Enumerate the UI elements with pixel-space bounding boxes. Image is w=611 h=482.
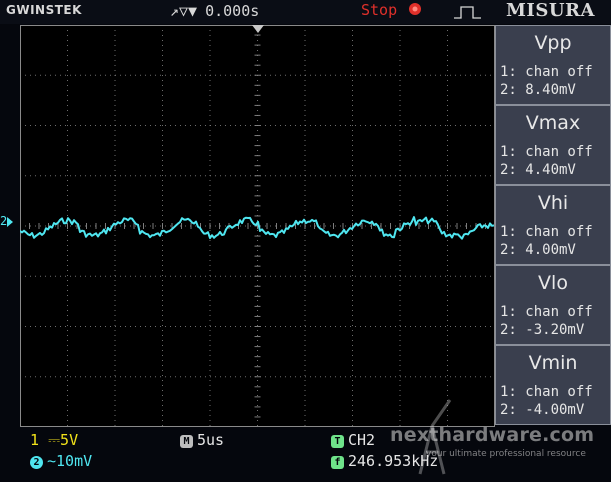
measure-ch2-value: 2: -3.20mV <box>500 322 585 338</box>
trigger-edge-icon: ↗▽▼ <box>170 2 198 20</box>
ch2-waveform-trace <box>20 216 495 240</box>
ch1-scale-value: ⎓5V <box>48 431 79 449</box>
measure-ch2-value: 2: 4.00mV <box>500 242 576 258</box>
measure-vmax[interactable]: Vmax 1: chan off 2: 4.40mV <box>495 105 611 185</box>
measure-ch1-value: 1: chan off <box>500 144 593 160</box>
frequency-readout: f 246.953kHz <box>331 452 438 470</box>
bottom-status-bar: 1 ⎓5V 2 ∼10mV M 5us T CH2 f 246.953kHz <box>0 428 611 482</box>
measure-vhi[interactable]: Vhi 1: chan off 2: 4.00mV <box>495 185 611 265</box>
timebase-value: 5us <box>197 431 225 449</box>
brand-logo: GWINSTEK <box>6 3 82 17</box>
ch1-scale[interactable]: 1 ⎓5V <box>30 431 78 449</box>
measure-ch2-value: 2: 4.40mV <box>500 162 576 178</box>
measure-ch2-value: 2: 8.40mV <box>500 82 576 98</box>
measure-ch1-value: 1: chan off <box>500 224 593 240</box>
trigger-position-marker[interactable] <box>252 25 264 33</box>
measurement-panel: Vpp 1: chan off 2: 8.40mV Vmax 1: chan o… <box>495 25 611 427</box>
timebase-badge: M <box>180 435 193 448</box>
measure-title: Vhi <box>537 192 569 214</box>
top-status-bar: GWINSTEK ↗▽▼ 0.000s Stop MISURA <box>0 0 611 24</box>
waveform-display[interactable] <box>20 25 495 427</box>
run-state-label: Stop <box>361 1 398 19</box>
ch2-badge: 2 <box>30 456 43 469</box>
frequency-badge: f <box>331 456 344 469</box>
measure-vpp[interactable]: Vpp 1: chan off 2: 8.40mV <box>495 25 611 105</box>
measure-ch1-value: 1: chan off <box>500 64 593 80</box>
trigger-channel-value: CH2 <box>348 431 376 449</box>
frequency-value: 246.953kHz <box>348 452 439 470</box>
timebase[interactable]: M 5us <box>180 431 224 449</box>
stop-icon <box>409 3 422 15</box>
measure-vmin[interactable]: Vmin 1: chan off 2: -4.00mV <box>495 345 611 425</box>
run-stop-indicator[interactable]: Stop <box>361 1 422 19</box>
ch2-scale-value: ∼10mV <box>47 452 93 470</box>
time-offset: 0.000s <box>205 2 260 20</box>
misura-label: MISURA <box>506 0 595 21</box>
trigger-info: ↗▽▼ 0.000s <box>170 2 259 20</box>
trigger-source[interactable]: T CH2 <box>331 431 375 449</box>
trigger-badge: T <box>331 435 344 448</box>
ch2-marker-label: 2 <box>0 214 8 228</box>
measure-title: Vmax <box>525 112 581 134</box>
measure-title: Vlo <box>538 272 568 294</box>
measure-ch1-value: 1: chan off <box>500 384 593 400</box>
ch1-number: 1 <box>30 431 40 449</box>
measure-ch1-value: 1: chan off <box>500 304 593 320</box>
measure-title: Vpp <box>534 32 572 54</box>
measure-title: Vmin <box>528 352 578 374</box>
ch2-ground-marker[interactable]: 2 <box>0 214 14 228</box>
measure-vlo[interactable]: Vlo 1: chan off 2: -3.20mV <box>495 265 611 345</box>
measure-ch2-value: 2: -4.00mV <box>500 402 585 418</box>
ch2-scale[interactable]: 2 ∼10mV <box>30 452 92 470</box>
arrow-right-icon <box>7 216 14 227</box>
trigger-pulse-icon <box>454 6 481 19</box>
